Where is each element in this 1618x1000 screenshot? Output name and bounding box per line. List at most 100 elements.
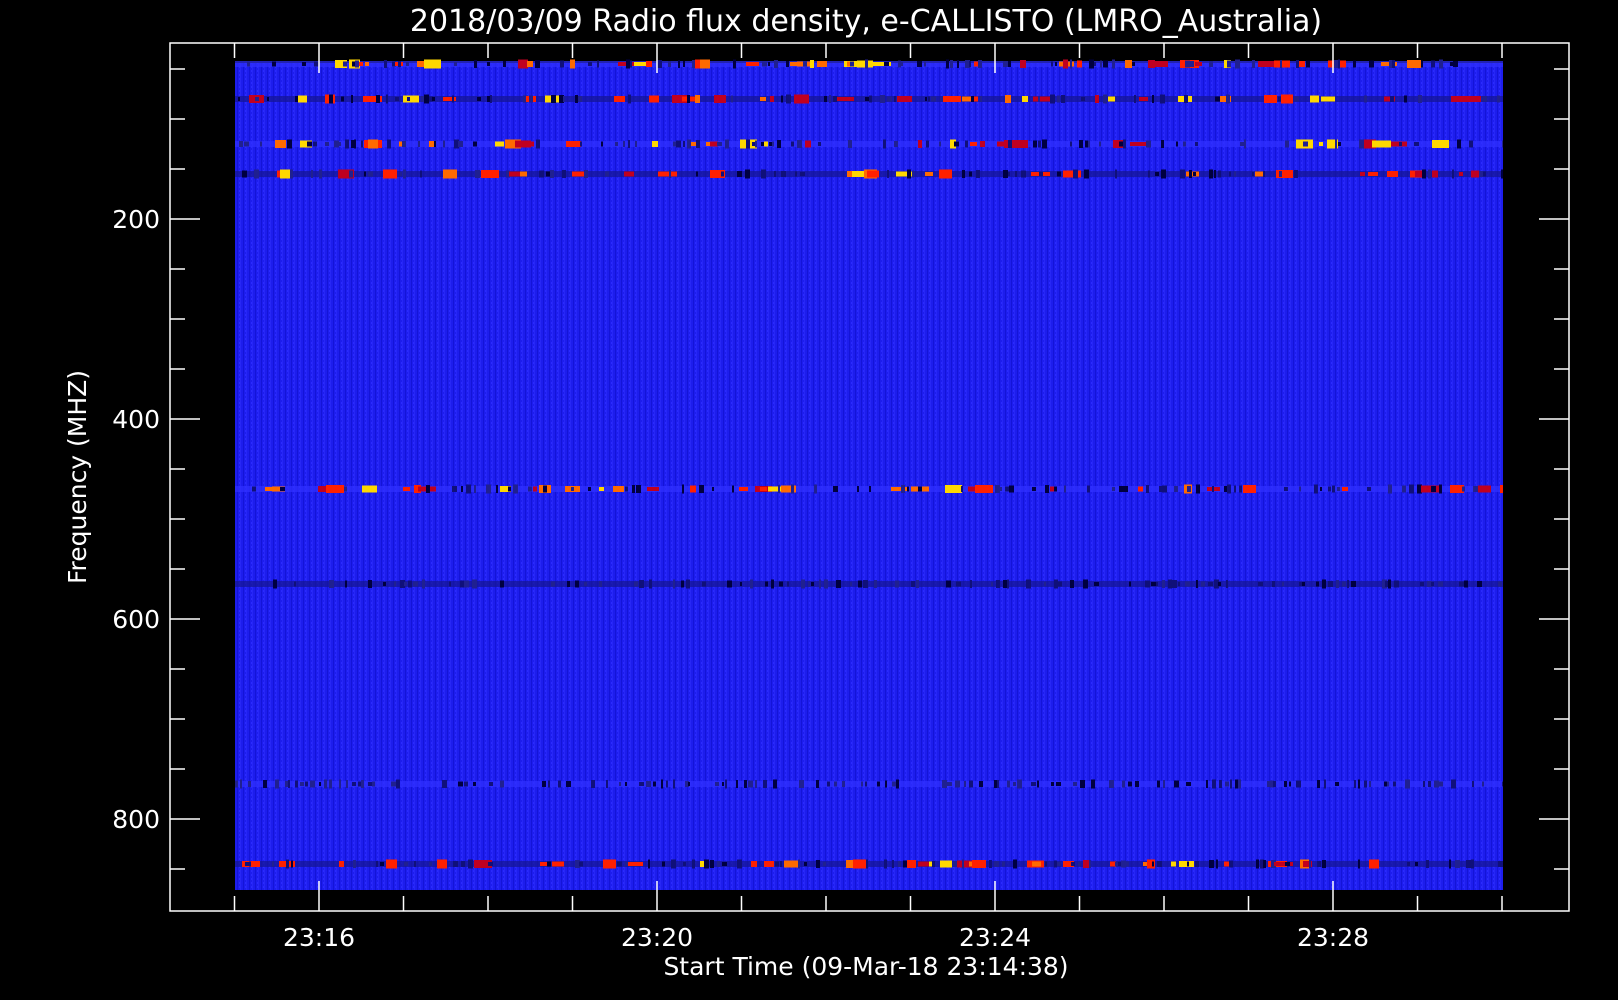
- interference-streak: [443, 169, 457, 179]
- interference-streak: [1372, 140, 1391, 148]
- interference-streak: [1186, 171, 1199, 177]
- interference-streak: [547, 861, 551, 867]
- interference-streak: [1482, 96, 1487, 102]
- interference-streak: [487, 96, 490, 102]
- interference-streak: [702, 581, 706, 587]
- interference-streak: [1218, 582, 1221, 586]
- interference-streak: [912, 170, 914, 178]
- interference-streak: [1115, 169, 1117, 179]
- interference-streak: [1368, 172, 1378, 176]
- interference-streak: [823, 862, 826, 866]
- interference-streak: [1226, 94, 1230, 104]
- interference-streak: [1390, 96, 1394, 102]
- interference-streak: [1335, 782, 1339, 786]
- interference-streak: [452, 95, 454, 103]
- interference-streak: [1439, 484, 1442, 494]
- interference-streak: [865, 781, 867, 787]
- interference-streak: [584, 582, 587, 586]
- interference-streak: [725, 139, 729, 149]
- interference-streak: [1209, 169, 1213, 179]
- interference-streak: [1162, 485, 1167, 493]
- interference-streak: [1112, 487, 1115, 491]
- interference-streak: [368, 139, 378, 149]
- interference-streak: [351, 95, 353, 103]
- interference-streak: [781, 95, 783, 103]
- interference-streak: [1095, 95, 1099, 103]
- interference-streak: [1225, 781, 1229, 787]
- interference-streak: [1058, 581, 1062, 587]
- interference-streak: [1281, 94, 1293, 104]
- interference-streak: [1174, 486, 1178, 492]
- interference-streak: [527, 61, 533, 67]
- interference-streak: [978, 60, 982, 68]
- interference-streak: [1005, 95, 1011, 103]
- interference-streak: [884, 62, 889, 66]
- interference-streak: [1243, 485, 1256, 493]
- interference-streak: [810, 60, 814, 68]
- interference-streak: [1274, 862, 1293, 866]
- y-axis-label: Frequency (MHZ): [63, 370, 92, 584]
- interference-streak: [550, 170, 554, 178]
- interference-streak: [940, 860, 952, 868]
- interference-streak: [1418, 95, 1422, 103]
- interference-streak: [998, 487, 1002, 491]
- interference-streak: [932, 861, 935, 867]
- interference-streak: [1070, 141, 1072, 147]
- interference-streak: [1405, 779, 1410, 789]
- interference-streak: [892, 860, 894, 868]
- interference-streak: [894, 96, 896, 102]
- interference-streak: [1342, 581, 1346, 587]
- interference-streak: [955, 780, 960, 788]
- interference-streak: [746, 62, 759, 66]
- interference-streak: [488, 862, 493, 866]
- interference-streak: [965, 140, 968, 148]
- interference-streak: [1409, 484, 1414, 494]
- interference-streak: [625, 782, 627, 786]
- interference-streak: [468, 859, 473, 869]
- interference-streak: [1322, 579, 1326, 589]
- interference-streak: [591, 780, 595, 788]
- interference-streak: [896, 779, 899, 789]
- interference-streak: [676, 140, 681, 148]
- interference-streak: [329, 580, 334, 588]
- interference-streak: [1103, 60, 1108, 68]
- interference-streak: [1320, 487, 1322, 491]
- interference-streak: [635, 141, 637, 147]
- interference-streak: [1404, 95, 1407, 103]
- interference-streak: [386, 859, 397, 869]
- interference-streak: [424, 59, 441, 69]
- interference-streak: [903, 860, 907, 868]
- interference-streak: [858, 580, 862, 588]
- interference-streak: [639, 580, 644, 588]
- interference-streak: [489, 782, 493, 786]
- interference-streak: [1466, 860, 1471, 868]
- interference-streak: [513, 484, 518, 494]
- interference-streak: [1161, 140, 1164, 148]
- interference-streak: [1026, 579, 1031, 589]
- interference-streak: [1196, 580, 1198, 588]
- x-axis-label: Start Time (09-Mar-18 23:14:38): [663, 952, 1068, 981]
- interference-band: [235, 861, 1503, 867]
- interference-streak: [1407, 60, 1421, 68]
- interference-streak: [918, 486, 922, 492]
- interference-streak: [628, 862, 643, 866]
- interference-streak: [745, 169, 750, 179]
- interference-streak: [605, 171, 609, 177]
- interference-streak: [786, 61, 789, 67]
- interference-streak: [273, 579, 277, 589]
- interference-streak: [712, 487, 714, 491]
- interference-streak: [1057, 95, 1060, 103]
- interference-streak: [1012, 140, 1028, 148]
- interference-streak: [628, 140, 630, 148]
- interference-streak: [1002, 861, 1005, 867]
- interference-streak: [764, 141, 768, 147]
- interference-streak: [1054, 579, 1058, 589]
- interference-streak: [349, 170, 353, 178]
- interference-streak: [1196, 484, 1200, 494]
- interference-streak: [1003, 580, 1007, 588]
- interference-streak: [731, 95, 733, 103]
- interference-streak: [681, 580, 684, 588]
- interference-streak: [1392, 60, 1395, 68]
- interference-streak: [1353, 60, 1356, 68]
- interference-streak: [562, 170, 566, 178]
